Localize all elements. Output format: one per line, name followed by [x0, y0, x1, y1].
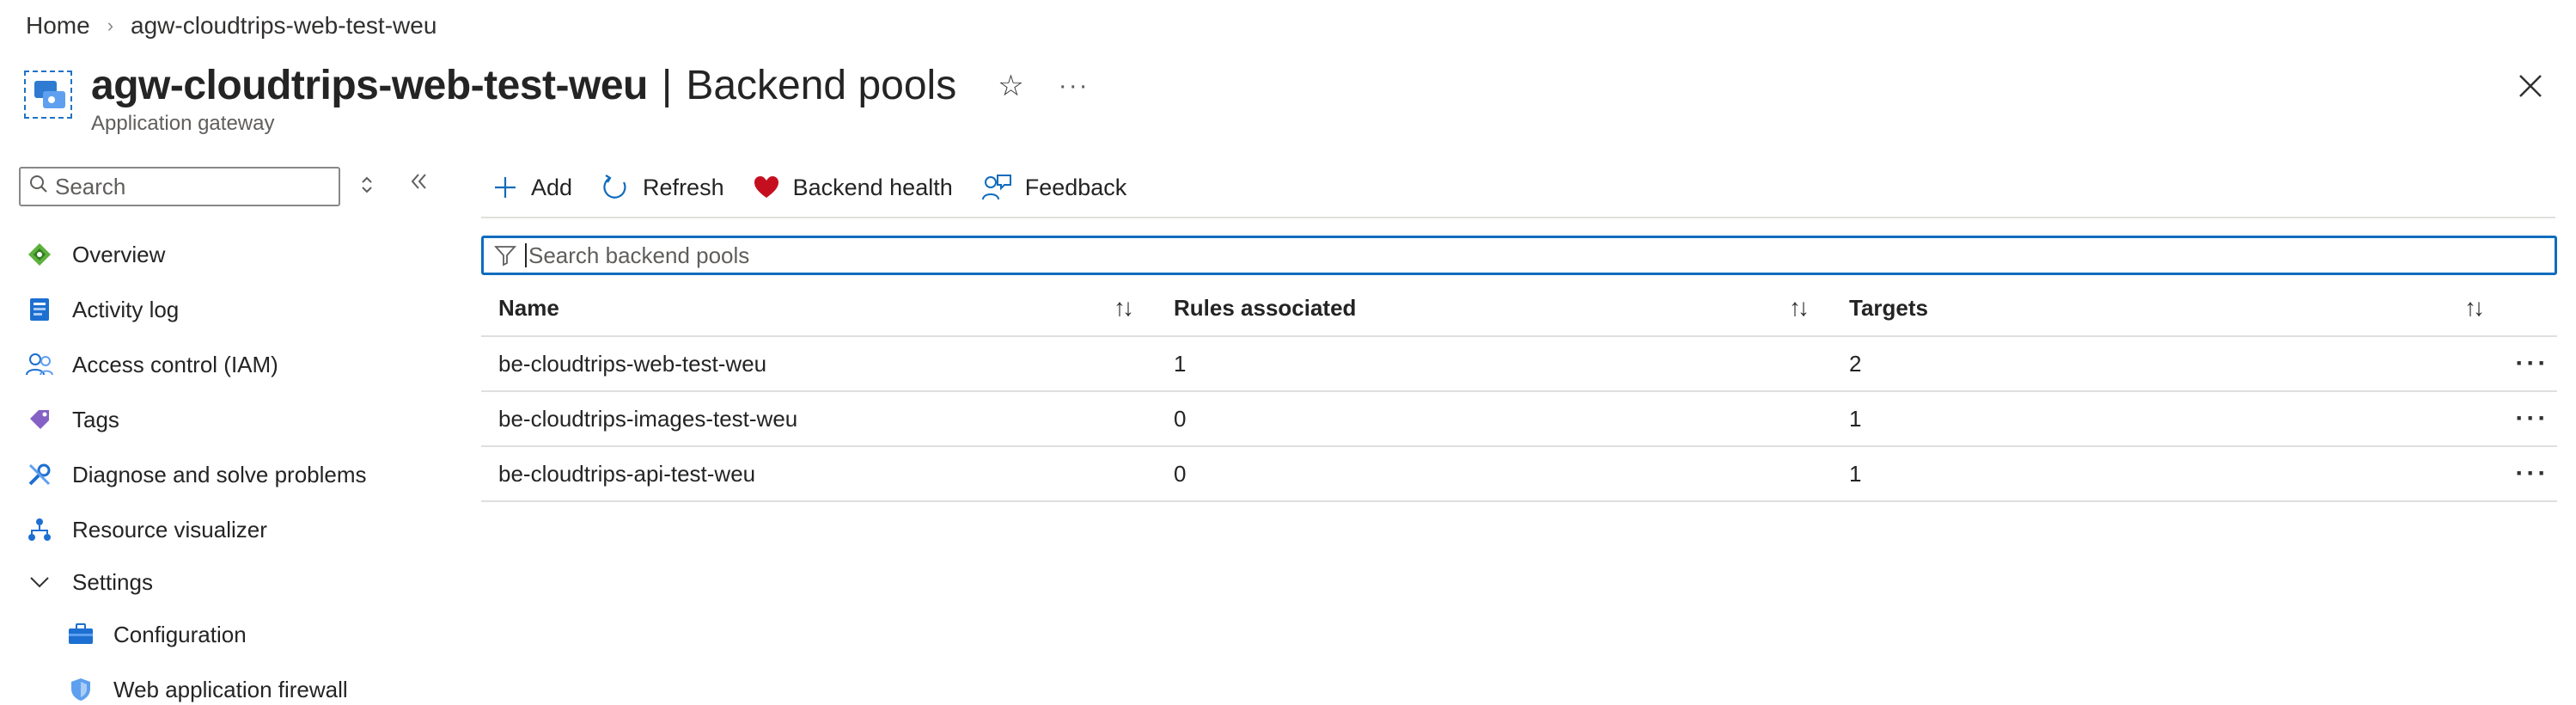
feedback-label: Feedback [1024, 174, 1127, 200]
nav-search-placeholder: Search [55, 173, 126, 199]
row-more-icon[interactable]: ··· [2507, 337, 2557, 390]
plus-icon [493, 175, 517, 199]
sidebar-item-label: Web application firewall [113, 676, 348, 702]
activity-log-icon [24, 294, 55, 325]
column-header-actions [2507, 280, 2557, 335]
cell-targets: 2 [1849, 350, 1862, 377]
sort-icon[interactable]: ↑↓ [1789, 294, 1810, 322]
tag-icon [24, 404, 55, 435]
toolbar-divider [481, 217, 2555, 218]
command-bar: Add Refresh Backend health Feedback [493, 167, 1156, 208]
filter-icon [494, 244, 516, 267]
column-header-rules[interactable]: Rules associated ↑↓ [1157, 280, 1832, 335]
overview-icon [24, 239, 55, 270]
sidebar-item-label: Configuration [113, 621, 247, 647]
cell-rules: 1 [1174, 350, 1187, 377]
cell-rules: 0 [1174, 405, 1187, 432]
breadcrumb-home-link[interactable]: Home [26, 12, 90, 40]
close-icon[interactable] [2518, 69, 2543, 107]
refresh-button[interactable]: Refresh [601, 174, 724, 201]
cell-name[interactable]: be-cloudtrips-images-test-weu [481, 392, 1157, 445]
table-row[interactable]: be-cloudtrips-api-test-weu 0 1 ··· [481, 447, 2557, 502]
cell-name[interactable]: be-cloudtrips-api-test-weu [481, 447, 1157, 500]
sidebar-item-label: Settings [72, 568, 153, 595]
sidebar-item-label: Access control (IAM) [72, 351, 278, 377]
chevron-down-icon [24, 567, 55, 598]
column-header-name[interactable]: Name ↑↓ [481, 280, 1157, 335]
add-button[interactable]: Add [493, 175, 572, 201]
sidebar-item-label: Diagnose and solve problems [72, 461, 367, 487]
page-title: agw-cloudtrips-web-test-weu | Backend po… [91, 60, 1090, 112]
resource-name: agw-cloudtrips-web-test-weu [91, 63, 648, 108]
backend-health-button[interactable]: Backend health [754, 175, 953, 201]
sidebar-item-label: Activity log [72, 296, 180, 322]
row-more-icon[interactable]: ··· [2507, 447, 2557, 500]
shield-icon [65, 674, 96, 705]
text-cursor [525, 243, 527, 267]
sidebar-item-label: Resource visualizer [72, 516, 267, 543]
cell-targets: 1 [1849, 460, 1862, 487]
cell-targets: 1 [1849, 405, 1862, 432]
sidebar-item-diagnose[interactable]: Diagnose and solve problems [24, 447, 436, 502]
sidebar-item-iam[interactable]: Access control (IAM) [24, 337, 436, 392]
wrench-icon [24, 459, 55, 490]
sort-icon[interactable]: ↑↓ [1114, 294, 1134, 322]
visualizer-icon [24, 514, 55, 545]
search-placeholder: Search backend pools [528, 242, 750, 268]
configuration-icon [65, 619, 96, 650]
heart-icon [754, 175, 779, 199]
sidebar-item-waf[interactable]: Web application firewall [24, 662, 436, 705]
refresh-icon [601, 174, 629, 201]
add-label: Add [531, 174, 573, 200]
column-header-label: Rules associated [1174, 294, 1357, 321]
cell-rules: 0 [1174, 460, 1187, 487]
feedback-button[interactable]: Feedback [981, 174, 1127, 201]
breadcrumb-current[interactable]: agw-cloudtrips-web-test-weu [131, 12, 436, 40]
star-icon[interactable]: ☆ [998, 60, 1023, 112]
sidebar-item-label: Tags [72, 406, 119, 432]
sidebar-item-activity-log[interactable]: Activity log [24, 282, 436, 337]
title-separator: | [661, 63, 673, 108]
sidebar-item-label: Overview [72, 241, 166, 267]
backend-health-label: Backend health [792, 174, 953, 200]
table-header: Name ↑↓ Rules associated ↑↓ Targets ↑↓ [481, 280, 2557, 337]
chevron-right-icon: › [107, 15, 114, 36]
cell-name[interactable]: be-cloudtrips-web-test-weu [481, 337, 1157, 390]
expand-collapse-icon[interactable] [359, 174, 375, 196]
column-header-targets[interactable]: Targets ↑↓ [1832, 280, 2507, 335]
nav-search-input[interactable]: Search [19, 167, 340, 206]
more-icon[interactable]: ··· [1059, 60, 1090, 112]
sidebar: Overview Activity log Access control (IA… [24, 227, 436, 705]
sidebar-group-settings[interactable]: Settings [24, 557, 436, 607]
sidebar-item-configuration[interactable]: Configuration [24, 607, 436, 662]
blade-name: Backend pools [686, 63, 957, 108]
resource-type: Application gateway [91, 112, 275, 135]
row-more-icon[interactable]: ··· [2507, 392, 2557, 445]
sidebar-item-resource-visualizer[interactable]: Resource visualizer [24, 502, 436, 557]
backend-pools-table: Name ↑↓ Rules associated ↑↓ Targets ↑↓ b… [481, 280, 2557, 502]
refresh-label: Refresh [643, 174, 724, 200]
backend-pools-search-input[interactable]: Search backend pools [481, 236, 2557, 275]
collapse-menu-icon[interactable] [407, 170, 430, 199]
iam-icon [24, 349, 55, 380]
column-header-label: Name [498, 294, 559, 321]
table-row[interactable]: be-cloudtrips-images-test-weu 0 1 ··· [481, 392, 2557, 447]
feedback-icon [981, 174, 1011, 201]
breadcrumb: Home › agw-cloudtrips-web-test-weu [26, 12, 436, 40]
column-header-label: Targets [1849, 294, 1928, 321]
sidebar-item-tags[interactable]: Tags [24, 392, 436, 447]
sort-icon[interactable]: ↑↓ [2464, 294, 2485, 322]
application-gateway-icon [24, 70, 72, 119]
blade-header: agw-cloudtrips-web-test-weu | Backend po… [24, 60, 1090, 136]
search-icon [29, 175, 48, 199]
table-row[interactable]: be-cloudtrips-web-test-weu 1 2 ··· [481, 337, 2557, 392]
sidebar-item-overview[interactable]: Overview [24, 227, 436, 282]
